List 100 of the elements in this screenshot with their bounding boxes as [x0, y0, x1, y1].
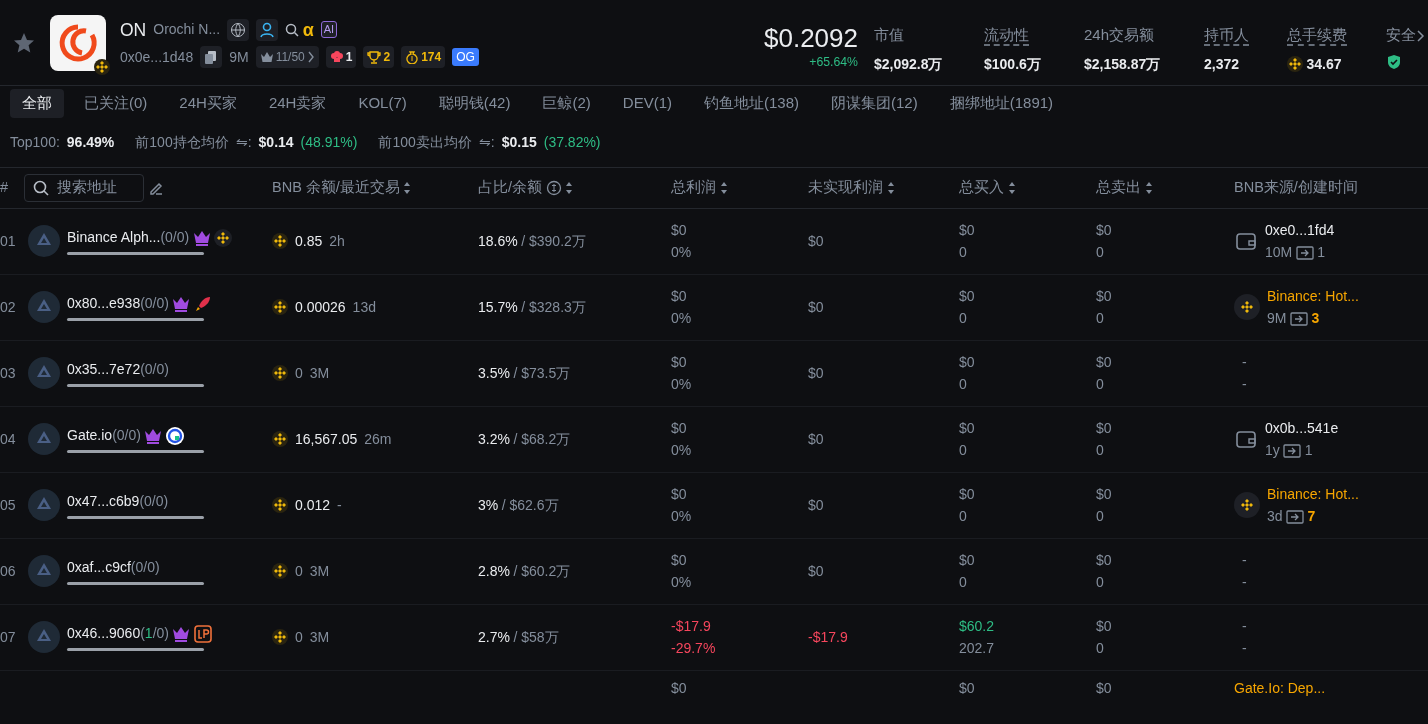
created-time: 10M: [1265, 243, 1293, 262]
sort-icon[interactable]: [719, 180, 728, 195]
pnl-percent: 0%: [671, 309, 693, 328]
address-link[interactable]: 0x46...9060: [67, 623, 141, 644]
source-name[interactable]: Binance: Hot...: [1267, 285, 1359, 307]
bnb-balance: 0.012: [295, 495, 331, 515]
ai-badge: AI: [320, 21, 338, 39]
coin-swap-icon[interactable]: [545, 179, 562, 196]
source-name: -: [1242, 617, 1247, 636]
trade-count: /0): [152, 624, 169, 643]
top-holders-chip[interactable]: 11/50: [255, 46, 319, 69]
column-header[interactable]: BNB 余额/最近交易: [272, 176, 400, 199]
sort-icon[interactable]: [1144, 180, 1153, 195]
trade-count: (0/0): [140, 294, 169, 313]
stat-label: 流动性: [984, 25, 1029, 46]
column-header[interactable]: 总利润: [671, 176, 716, 199]
stat-label: 持币人: [1204, 25, 1249, 46]
buy-amount: 0: [959, 375, 968, 394]
binance-icon: [1234, 294, 1260, 320]
last-trade-time: 2h: [329, 231, 345, 251]
stat-label: 安全: [1386, 25, 1416, 46]
filter-tab[interactable]: 阴谋集团(12): [819, 89, 930, 118]
transfer-count: 3: [1311, 309, 1320, 328]
filter-tab[interactable]: 全部: [10, 89, 64, 118]
created-time: -: [1242, 639, 1247, 658]
source-name[interactable]: 0xe0...1fd4: [1265, 219, 1335, 241]
sell-amount: 0: [1096, 507, 1105, 526]
source-name[interactable]: Gate.Io: Dep...: [1234, 676, 1326, 699]
source-name: -: [1242, 353, 1247, 372]
buy-amount: 0: [959, 507, 968, 526]
filter-tab[interactable]: KOL(7): [346, 89, 419, 118]
sort-icon[interactable]: [565, 180, 574, 195]
filter-tab[interactable]: 24H卖家: [256, 89, 339, 118]
sell-amount: 0: [1096, 639, 1105, 658]
chef-count: 1: [345, 49, 353, 67]
total-sell: $0: [1096, 485, 1113, 504]
chevron-icon[interactable]: [1416, 28, 1426, 43]
transfer-icon: [1283, 442, 1302, 458]
filter-tab[interactable]: 捆绑地址(1891): [937, 89, 1066, 118]
source-name[interactable]: Binance: Hot...: [1267, 483, 1359, 505]
share-percent: 3.2%: [478, 429, 510, 449]
sort-icon[interactable]: [403, 180, 412, 195]
last-trade-time: 26m: [364, 429, 392, 449]
address-link[interactable]: 0x47...c6b9: [67, 491, 140, 512]
money-count: 174: [421, 49, 442, 67]
share-percent: 3%: [478, 495, 499, 515]
avatar-icon: [28, 225, 60, 257]
filter-tab[interactable]: DEV(1): [610, 89, 684, 118]
column-header[interactable]: 未实现利润: [808, 176, 883, 199]
globe-icon[interactable]: [227, 18, 250, 41]
total-sell: $0: [1096, 617, 1113, 636]
column-header[interactable]: 总买入: [959, 176, 1004, 199]
address-link[interactable]: 0x35...7e72: [67, 359, 141, 380]
balance-value: / $60.2万: [513, 561, 571, 581]
filter-tab[interactable]: 钓鱼地址(138): [692, 89, 811, 118]
filter-tab[interactable]: 巨鲸(2): [530, 89, 603, 118]
summary-label: 前100持仓均价: [135, 132, 229, 152]
total-buy: $0: [959, 485, 976, 504]
column-header: #: [0, 177, 9, 197]
token-symbol: ON: [120, 18, 147, 42]
bnb-icon: [272, 431, 288, 447]
summary-value: $0.14: [258, 132, 294, 152]
balance-value: / $73.5万: [513, 363, 571, 383]
total-sell: $0: [1096, 287, 1113, 306]
filter-tab[interactable]: 24H买家: [167, 89, 249, 118]
total-pnl: $0: [671, 287, 688, 306]
filter-tab[interactable]: 已关注(0): [72, 89, 160, 118]
total-pnl: -$17.9: [671, 617, 712, 636]
search-field[interactable]: 搜索地址: [24, 173, 144, 202]
summary-label: Top100:: [10, 132, 60, 152]
share-percent: 15.7%: [478, 297, 518, 317]
share-percent: 18.6%: [478, 231, 518, 251]
address-link[interactable]: Binance Alph...: [67, 227, 161, 248]
pnl-percent: -29.7%: [671, 639, 717, 658]
last-trade-time: 3M: [309, 363, 330, 383]
share-percent: 2.7%: [478, 627, 510, 647]
address-link[interactable]: 0x80...e938: [67, 293, 141, 314]
trade-count: 1: [144, 624, 153, 643]
sort-icon[interactable]: [886, 180, 895, 195]
crown-icon: [259, 50, 274, 65]
column-header[interactable]: 总卖出: [1096, 176, 1141, 199]
address-link[interactable]: 0xaf...c9cf: [67, 557, 131, 578]
sort-icon[interactable]: [1007, 180, 1016, 195]
address-link[interactable]: Gate.io: [67, 425, 113, 446]
bnb-icon: [1287, 56, 1303, 73]
column-header[interactable]: 占比/余额: [478, 176, 543, 199]
stat-label: 总手续费: [1287, 25, 1347, 46]
unrealized-pnl: $0: [808, 562, 824, 579]
copy-icon[interactable]: [200, 46, 223, 69]
transfer-count: 1: [1304, 441, 1313, 460]
filter-tab[interactable]: 聪明钱(42): [426, 89, 523, 118]
search-icon[interactable]: [285, 22, 300, 37]
bnb-icon: [272, 233, 288, 249]
total-buy: $0: [959, 287, 976, 306]
buy-amount: 0: [959, 441, 968, 460]
source-name[interactable]: 0x0b...541e: [1265, 417, 1339, 439]
summary-change: (37.82%): [543, 132, 601, 152]
bnb-icon: [272, 497, 288, 513]
summary-label: 前100卖出均价: [378, 132, 472, 152]
person-icon[interactable]: [256, 18, 279, 41]
